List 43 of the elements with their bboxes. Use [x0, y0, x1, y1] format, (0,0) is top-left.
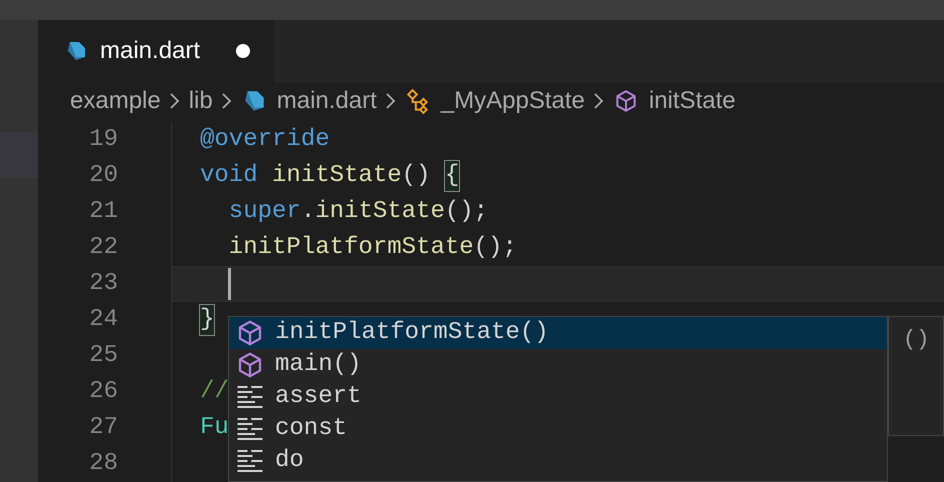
line-number: 21	[88, 197, 118, 227]
chevron-icon	[592, 90, 605, 111]
code-token: super	[228, 197, 301, 227]
line-number: 20	[88, 161, 118, 191]
code-token: ()	[402, 161, 432, 191]
breadcrumb-item[interactable]: main.dart	[240, 82, 377, 119]
chevron-icon	[168, 90, 181, 111]
code-comment: //	[200, 377, 229, 407]
code-token: initPlatformState	[228, 233, 474, 263]
line-number: 26	[88, 377, 118, 407]
code-token: initState	[315, 197, 445, 227]
suggestion-item[interactable]: main()	[229, 349, 887, 381]
code-token: Fu	[200, 413, 229, 443]
chevron-icon	[220, 90, 233, 111]
breadcrumb-item[interactable]: initState	[612, 82, 736, 119]
code-token: ();	[474, 233, 517, 263]
code-token: ();	[444, 197, 488, 227]
suggestion-item[interactable]: initPlatformState()	[229, 317, 887, 349]
line-number: 19	[88, 125, 118, 155]
suggestion-details: ()	[888, 316, 944, 436]
breadcrumb-item[interactable]: _MyAppState	[404, 82, 585, 119]
suggestion-item[interactable]: assert	[229, 381, 887, 413]
text-cursor	[228, 268, 231, 300]
breadcrumb-item[interactable]: example	[70, 82, 161, 119]
editor-tab[interactable]: main.dart	[38, 20, 274, 83]
chevron-icon	[384, 90, 397, 111]
line-number: 27	[88, 413, 118, 443]
code-token: .	[300, 197, 316, 227]
code-token: @override	[200, 125, 330, 155]
line-number: 28	[88, 449, 118, 479]
line-number: 24	[88, 305, 118, 335]
line-number: 25	[88, 341, 118, 371]
suggestion-item[interactable]: do	[229, 445, 887, 477]
class-icon	[404, 88, 431, 114]
selected-item-highlight[interactable]	[0, 132, 38, 178]
breadcrumb-item[interactable]: lib	[188, 82, 213, 119]
code-token: void	[200, 161, 258, 191]
code-token: }	[200, 305, 214, 335]
suggestion-item[interactable]: const	[229, 413, 887, 445]
code-token: initState	[271, 161, 402, 191]
line-number: 23	[88, 269, 118, 299]
code-token: {	[444, 161, 460, 191]
line-number: 22	[88, 233, 118, 263]
